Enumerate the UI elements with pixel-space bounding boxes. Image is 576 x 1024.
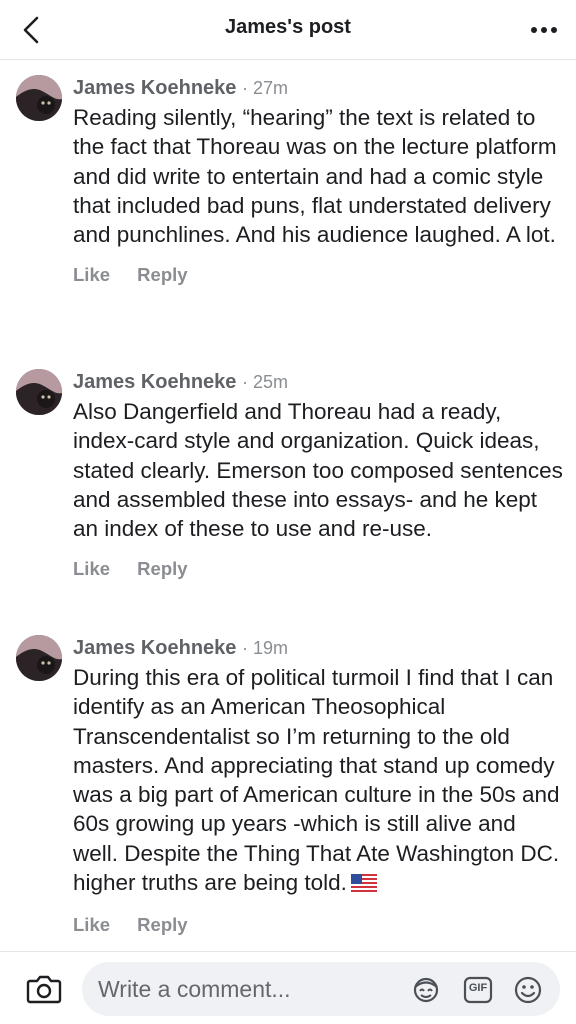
comment-text: Reading silently, “hearing” the text is … — [73, 105, 557, 248]
avatar[interactable] — [16, 635, 62, 681]
comment-author[interactable]: James Koehneke — [73, 637, 236, 659]
camera-icon[interactable] — [26, 972, 62, 1006]
smiley-icon[interactable] — [512, 974, 544, 1006]
like-button[interactable]: Like — [73, 264, 110, 285]
like-button[interactable]: Like — [73, 914, 110, 935]
comment-text-wrap: During this era of political turmoil I f… — [73, 663, 563, 899]
page-title: James's post — [225, 16, 351, 38]
comment-input[interactable] — [98, 970, 398, 1008]
comment-time: · 19m — [241, 638, 288, 658]
gif-label: GIF — [468, 982, 488, 994]
comments-list: James Koehneke · 27m Reading silently, “… — [0, 61, 576, 951]
comment-time: · 27m — [241, 78, 288, 98]
comment-body: James Koehneke · 27m Reading silently, “… — [73, 75, 563, 286]
more-dots-icon[interactable] — [526, 14, 562, 46]
like-button[interactable]: Like — [73, 558, 110, 579]
comment-text: Also Dangerfield and Thoreau had a ready… — [73, 399, 563, 542]
comment-author[interactable]: James Koehneke — [73, 371, 236, 393]
comment-actions: Like Reply — [73, 558, 563, 580]
comment-actions: Like Reply — [73, 264, 563, 286]
comment-text: During this era of political turmoil I f… — [73, 665, 560, 896]
comment-actions: Like Reply — [73, 914, 563, 936]
gif-button[interactable]: GIF — [462, 974, 494, 1006]
comment-author[interactable]: James Koehneke — [73, 77, 236, 99]
top-bar: James's post — [0, 0, 576, 60]
comment-composer: GIF — [0, 951, 576, 1024]
comment-time: · 25m — [241, 372, 288, 392]
avatar[interactable] — [16, 369, 62, 415]
comment-body: James Koehneke · 19m During this era of … — [73, 635, 563, 936]
reply-button[interactable]: Reply — [137, 558, 187, 579]
reply-button[interactable]: Reply — [137, 264, 187, 285]
comment-field-wrap: GIF — [82, 962, 560, 1016]
avatar[interactable] — [16, 75, 62, 121]
avatar-sticker-icon[interactable] — [410, 974, 442, 1006]
comment-body: James Koehneke · 25m Also Dangerfield an… — [73, 369, 563, 580]
us-flag-icon — [350, 870, 377, 899]
reply-button[interactable]: Reply — [137, 914, 187, 935]
